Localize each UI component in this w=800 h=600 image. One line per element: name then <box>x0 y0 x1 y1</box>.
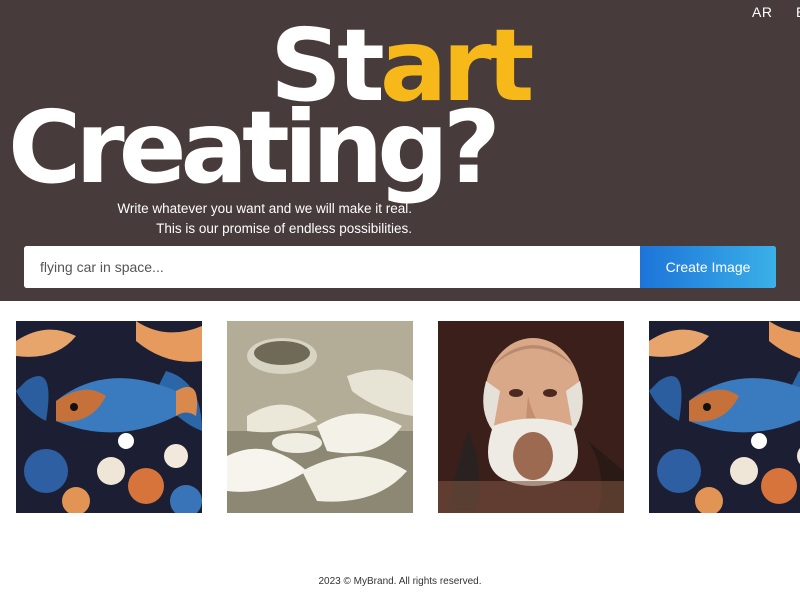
hero-tagline: Write whatever you want and we will make… <box>80 199 412 239</box>
create-image-button[interactable]: Create Image <box>640 246 776 288</box>
prompt-input[interactable] <box>24 246 640 288</box>
language-switch-ar[interactable]: AR <box>752 4 772 20</box>
gallery-image-bowls[interactable] <box>227 321 413 513</box>
footer-copyright: 2023 © MyBrand. All rights reserved. <box>318 576 482 587</box>
gallery-image-bearded-man[interactable] <box>438 321 624 513</box>
gallery-image-fish-2[interactable] <box>649 321 800 513</box>
hero-title-line2: Creating? <box>8 89 501 206</box>
prompt-bar: Create Image <box>24 246 776 288</box>
hero-section: AR EN Start Creating? Write whatever you… <box>0 0 800 301</box>
tagline-line-1: Write whatever you want and we will make… <box>117 201 412 216</box>
language-switch-en[interactable]: EN <box>796 4 800 20</box>
tagline-line-2: This is our promise of endless possibili… <box>156 221 412 236</box>
gallery-image-fish[interactable] <box>16 321 202 513</box>
